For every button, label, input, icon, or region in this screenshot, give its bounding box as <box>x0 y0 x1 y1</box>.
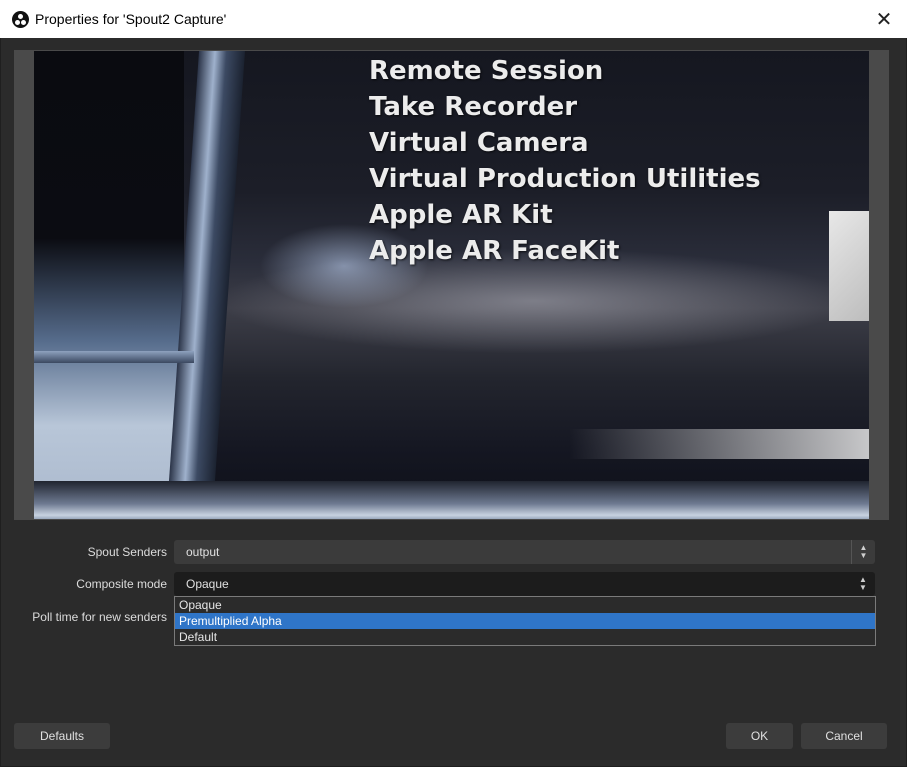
preview-frame-sill <box>34 351 194 363</box>
preview-wall <box>34 51 184 519</box>
obs-icon <box>12 10 29 28</box>
composite-mode-select[interactable]: Opaque ▲ ▼ <box>174 572 875 596</box>
preview-menu: Remote Session Take Recorder Virtual Cam… <box>369 53 761 269</box>
preview-floor <box>34 481 869 519</box>
preview-right-panel <box>829 211 869 321</box>
source-preview: Remote Session Take Recorder Virtual Cam… <box>34 51 869 519</box>
composite-mode-value: Opaque <box>186 577 229 591</box>
preview-menu-item: Virtual Production Utilities <box>369 164 761 194</box>
preview-menu-item: Virtual Camera <box>369 128 589 158</box>
poll-time-label: Poll time for new senders <box>32 610 167 624</box>
cancel-button[interactable]: Cancel <box>801 723 887 749</box>
preview-menu-item: Remote Session <box>369 56 604 86</box>
preview-frame: Remote Session Take Recorder Virtual Cam… <box>14 50 889 520</box>
composite-mode-label: Composite mode <box>76 577 167 591</box>
composite-mode-spinner[interactable]: ▲ ▼ <box>851 572 875 596</box>
chevron-down-icon: ▼ <box>859 551 868 560</box>
dropdown-option-default[interactable]: Default <box>175 629 875 645</box>
spout-senders-spinner[interactable]: ▲ ▼ <box>851 540 875 564</box>
dropdown-option-premultiplied-alpha[interactable]: Premultiplied Alpha <box>175 613 875 629</box>
composite-mode-row: Composite mode Opaque ▲ ▼ <box>1 572 906 596</box>
preview-floor-light <box>569 429 869 459</box>
dropdown-option-opaque[interactable]: Opaque <box>175 597 875 613</box>
spout-senders-value: output <box>186 545 220 559</box>
close-icon: ✕ <box>875 7 893 31</box>
title-bar: Properties for 'Spout2 Capture' ✕ <box>0 0 907 38</box>
window-title: Properties for 'Spout2 Capture' <box>35 11 227 27</box>
ok-button[interactable]: OK <box>726 723 793 749</box>
spout-senders-label: Spout Senders <box>87 545 167 559</box>
composite-mode-dropdown: Opaque Premultiplied Alpha Default <box>174 596 876 646</box>
spout-senders-row: Spout Senders output ▲ ▼ <box>1 540 906 564</box>
chevron-down-icon: ▼ <box>859 583 867 592</box>
defaults-button[interactable]: Defaults <box>14 723 110 749</box>
preview-menu-item: Apple AR FaceKit <box>369 236 620 266</box>
preview-menu-item: Apple AR Kit <box>369 200 553 230</box>
properties-dialog: Remote Session Take Recorder Virtual Cam… <box>1 38 906 766</box>
preview-menu-item: Take Recorder <box>369 92 578 122</box>
spout-senders-select[interactable]: output ▲ ▼ <box>174 540 875 564</box>
close-button[interactable]: ✕ <box>861 0 907 38</box>
